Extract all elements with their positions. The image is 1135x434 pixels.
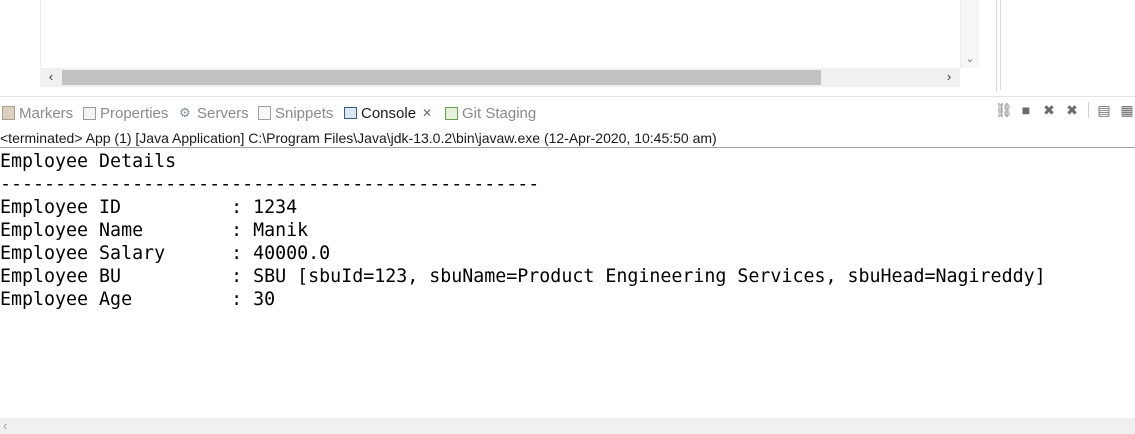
properties-icon — [83, 106, 96, 120]
tab-label: Snippets — [275, 104, 334, 122]
console-icon — [344, 107, 357, 119]
editor-vertical-scrollbar[interactable]: ⌄ — [960, 0, 979, 68]
chevron-right-icon[interactable]: › — [942, 70, 956, 84]
console-horizontal-scrollbar[interactable]: ‹ — [0, 418, 1135, 434]
chevron-down-icon[interactable]: ⌄ — [965, 54, 975, 65]
markers-icon — [2, 106, 15, 120]
scrollbar-thumb[interactable] — [62, 70, 821, 85]
servers-icon: ⚙ — [179, 105, 191, 120]
console-line: ----------------------------------------… — [0, 174, 540, 195]
editor-area: ⌄ ‹ › — [0, 0, 997, 92]
close-icon[interactable]: ✕ — [422, 106, 432, 120]
console-output[interactable]: Employee Details -----------------------… — [0, 150, 1135, 418]
chevron-left-icon[interactable]: ‹ — [44, 70, 58, 84]
console-line: Employee Age : 30 — [0, 289, 276, 310]
editor-horizontal-scrollbar[interactable]: ‹ › — [40, 68, 960, 87]
tab-label: Markers — [19, 104, 74, 122]
console-line: Employee Details — [0, 151, 177, 172]
console-line: Employee ID : 1234 — [0, 197, 298, 218]
terminate-icon[interactable]: ■ — [1018, 102, 1034, 118]
tab-snippets[interactable]: Snippets — [258, 103, 333, 123]
tab-properties[interactable]: Properties — [83, 103, 168, 123]
git-staging-icon — [445, 106, 458, 120]
remove-all-terminated-icon[interactable]: ✖ — [1064, 102, 1080, 118]
tab-label: Console — [361, 104, 417, 122]
snippets-icon — [258, 106, 271, 120]
link-icon[interactable]: ⛓ — [995, 102, 1013, 118]
console-toolbar: ⛓ ■ ✖ ✖ ▤ ▦ — [988, 100, 1135, 120]
scroll-lock-icon[interactable]: ▦ — [1119, 102, 1135, 118]
right-side-pane — [1000, 0, 1135, 90]
chevron-left-icon[interactable]: ‹ — [3, 419, 7, 433]
console-status-line: <terminated> App (1) [Java Application] … — [0, 129, 1135, 148]
tab-label: Git Staging — [462, 104, 537, 122]
console-line: Employee BU : SBU [sbuId=123, sbuName=Pr… — [0, 266, 1046, 287]
console-line: Employee Name : Manik — [0, 220, 309, 241]
tab-markers[interactable]: Markers — [2, 103, 73, 123]
tab-git-staging[interactable]: Git Staging — [445, 103, 536, 123]
tab-console[interactable]: Console ✕ — [344, 103, 432, 123]
tab-label: Servers — [197, 104, 249, 122]
editor-text-area[interactable] — [41, 0, 959, 66]
view-tab-bar: Markers Properties ⚙ Servers Snippets Co… — [0, 96, 1135, 127]
toolbar-divider — [1088, 102, 1089, 118]
tab-servers[interactable]: ⚙ Servers — [179, 103, 249, 123]
editor-gutter — [0, 0, 41, 66]
remove-launch-icon[interactable]: ✖ — [1041, 102, 1057, 118]
clear-console-icon[interactable]: ▤ — [1096, 102, 1112, 118]
console-line: Employee Salary : 40000.0 — [0, 243, 331, 264]
tab-label: Properties — [100, 104, 169, 122]
